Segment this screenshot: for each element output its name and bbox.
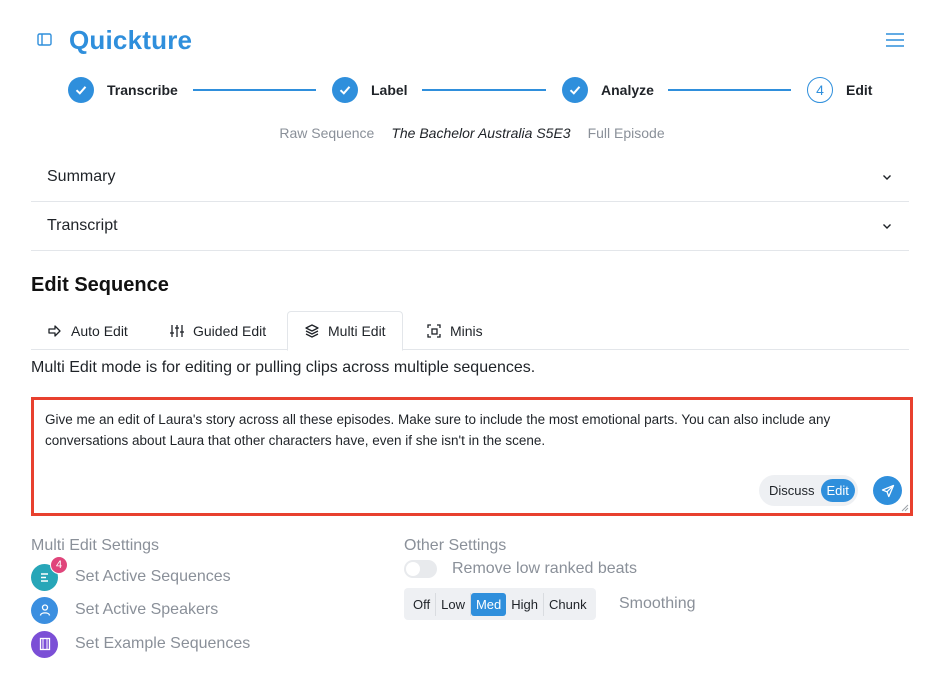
chevron-down-icon [883, 175, 891, 180]
setting-label: Set Example Sequences [75, 635, 251, 652]
tab-label: Minis [450, 322, 483, 339]
set-example-sequences-button[interactable]: Set Example Sequences [31, 630, 250, 658]
multi-edit-settings-title: Multi Edit Settings [31, 537, 160, 554]
check-icon [68, 77, 94, 103]
tab-label: Guided Edit [193, 322, 267, 339]
crop-square-icon [427, 323, 441, 338]
resize-handle-icon[interactable] [901, 504, 909, 512]
step-label: Label [371, 82, 408, 98]
set-active-speakers-button[interactable]: Set Active Speakers [31, 596, 218, 624]
app-header: Quickture [0, 0, 944, 80]
smoothing-option-off[interactable]: Off [408, 592, 437, 616]
tab-label: Multi Edit [328, 323, 386, 339]
raw-sequence-label: Raw Sequence [279, 125, 375, 141]
toggle-label: Remove low ranked beats [452, 560, 637, 577]
smoothing-label: Smoothing [619, 595, 696, 612]
summary-accordion[interactable]: Summary [31, 153, 909, 202]
edit-option[interactable]: Edit [820, 479, 855, 502]
step-connector [193, 89, 316, 91]
step-label-step[interactable]: Label [332, 75, 408, 105]
episode-title: The Bachelor Australia S5E3 [391, 125, 571, 141]
chevron-down-icon [883, 224, 891, 229]
sidebar-panel-icon[interactable] [36, 31, 54, 49]
tab-guided-edit[interactable]: Guided Edit [153, 311, 282, 350]
set-active-sequences-button[interactable]: 4 Set Active Sequences [31, 555, 231, 591]
tab-minis[interactable]: Minis [410, 311, 499, 350]
tab-label: Auto Edit [71, 322, 128, 339]
smoothing-option-low[interactable]: Low [436, 592, 471, 616]
step-analyze[interactable]: Analyze [562, 75, 654, 105]
step-label: Transcribe [107, 82, 178, 98]
smoothing-segmented-control: Off Low Med High Chunk [404, 588, 596, 620]
accordion-label: Transcript [47, 217, 118, 234]
smoothing-option-med[interactable]: Med [470, 592, 507, 616]
setting-label: Set Active Sequences [75, 568, 231, 585]
toggle-knob [406, 562, 420, 576]
remove-low-ranked-toggle[interactable] [404, 560, 437, 578]
edit-sequence-title: Edit Sequence [31, 274, 169, 296]
setting-label: Set Active Speakers [75, 601, 219, 618]
layers-icon [305, 324, 319, 338]
step-edit[interactable]: 4 Edit [807, 75, 872, 105]
step-number: 4 [807, 77, 833, 103]
sequence-breadcrumb: Raw Sequence The Bachelor Australia S5E3… [0, 125, 944, 141]
step-transcribe[interactable]: Transcribe [68, 75, 178, 105]
other-settings-title: Other Settings [404, 537, 507, 554]
tab-multi-edit[interactable]: Multi Edit [287, 311, 403, 351]
transcript-accordion[interactable]: Transcript [31, 202, 909, 251]
app-title: Quickture [69, 25, 193, 55]
send-icon [881, 484, 894, 497]
check-icon [332, 77, 358, 103]
sliders-icon [170, 324, 184, 337]
hamburger-menu-icon[interactable] [884, 30, 906, 50]
step-label: Edit [846, 82, 873, 98]
discuss-edit-toggle[interactable]: Discuss Edit [759, 475, 858, 506]
smoothing-option-high[interactable]: High [506, 592, 545, 616]
arrow-right-icon [48, 324, 61, 337]
step-label: Analyze [601, 82, 654, 98]
mode-description: Multi Edit mode is for editing or pullin… [31, 359, 536, 376]
user-icon [31, 596, 58, 624]
list-icon: 4 [31, 555, 68, 591]
smoothing-option-chunk[interactable]: Chunk [544, 593, 592, 616]
remove-low-ranked-row: Remove low ranked beats [404, 560, 637, 578]
check-icon [562, 77, 588, 103]
step-connector [422, 89, 546, 91]
discuss-option[interactable]: Discuss [769, 483, 815, 498]
prompt-text[interactable]: Give me an edit of Laura's story across … [45, 409, 900, 451]
tab-auto-edit[interactable]: Auto Edit [31, 311, 144, 350]
edit-mode-tabs: Auto Edit Guided Edit Multi Edit Minis [31, 311, 909, 351]
accordion-label: Summary [47, 168, 116, 185]
prompt-input[interactable]: Give me an edit of Laura's story across … [31, 397, 913, 516]
workflow-stepper: Transcribe Label Analyze 4 Edit [68, 75, 888, 105]
active-count-badge: 4 [50, 555, 68, 574]
episode-type-label: Full Episode [587, 125, 665, 141]
send-button[interactable] [873, 476, 902, 505]
film-icon [31, 630, 58, 658]
step-connector [668, 89, 791, 91]
